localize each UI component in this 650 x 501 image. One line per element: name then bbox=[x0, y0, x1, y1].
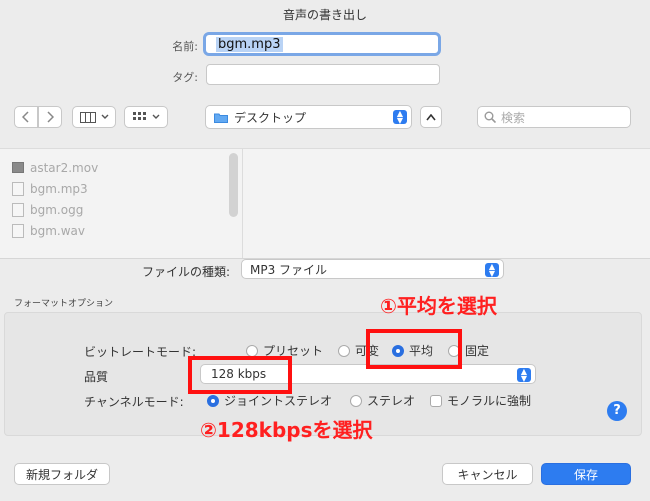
annotation-step2: ②128kbpsを選択 bbox=[200, 418, 373, 442]
checkbox[interactable] bbox=[430, 394, 442, 407]
radio-button[interactable] bbox=[246, 344, 258, 357]
file-item[interactable]: bgm.ogg bbox=[12, 199, 98, 220]
movie-file-icon bbox=[12, 162, 24, 173]
new-folder-button[interactable]: 新規フォルダ bbox=[14, 463, 110, 485]
popup-stepper-icon: ▲ ▼ bbox=[393, 110, 407, 125]
channel-mode-label: チャンネルモード: bbox=[84, 395, 184, 409]
name-input[interactable]: bgm.mp3 bbox=[203, 32, 441, 56]
folder-icon bbox=[214, 113, 228, 123]
audio-file-icon bbox=[12, 223, 24, 238]
radio-stereo[interactable]: ステレオ bbox=[350, 392, 415, 409]
popup-stepper-icon: ▲ ▼ bbox=[485, 263, 499, 278]
file-item[interactable]: bgm.wav bbox=[12, 220, 98, 241]
column-divider bbox=[242, 149, 243, 259]
format-value: MP3 ファイル bbox=[250, 262, 328, 277]
radio-button[interactable] bbox=[350, 394, 362, 407]
radio-button-selected[interactable] bbox=[207, 394, 219, 407]
annotation-box-quality bbox=[188, 356, 292, 394]
forward-button[interactable] bbox=[38, 106, 62, 128]
back-button[interactable] bbox=[14, 106, 38, 128]
collapse-button[interactable] bbox=[420, 106, 442, 128]
chevron-up-icon bbox=[426, 113, 436, 120]
file-list: astar2.mov bgm.mp3 bgm.ogg bgm.wav bbox=[12, 157, 98, 241]
grid-view-icon bbox=[132, 111, 146, 120]
format-popup[interactable]: MP3 ファイル ▲ ▼ bbox=[241, 259, 504, 279]
file-list-scrollbar[interactable] bbox=[229, 153, 238, 217]
chevron-right-icon bbox=[47, 111, 54, 123]
audio-file-icon bbox=[12, 181, 24, 196]
popup-stepper-icon: ▲ ▼ bbox=[517, 368, 531, 383]
format-label: ファイルの種類: bbox=[141, 265, 230, 279]
format-options-heading: フォーマットオプション bbox=[14, 299, 114, 309]
cancel-button[interactable]: キャンセル bbox=[442, 463, 533, 485]
save-button[interactable]: 保存 bbox=[541, 463, 631, 485]
chevron-down-icon bbox=[152, 114, 159, 119]
audio-file-icon bbox=[12, 202, 24, 217]
tags-input[interactable] bbox=[206, 64, 440, 85]
chevron-left-icon bbox=[22, 111, 29, 123]
search-placeholder: 検索 bbox=[501, 110, 526, 125]
view-grid-button[interactable] bbox=[124, 106, 168, 128]
tags-label: タグ: bbox=[172, 71, 198, 84]
radio-button[interactable] bbox=[338, 344, 350, 357]
annotation-step1: ①平均を選択 bbox=[380, 294, 497, 318]
columns-view-icon bbox=[79, 111, 96, 123]
location-popup[interactable]: デスクトップ ▲ ▼ bbox=[205, 105, 412, 129]
name-label: 名前: bbox=[172, 40, 198, 53]
radio-joint-stereo[interactable]: ジョイントステレオ bbox=[207, 392, 332, 409]
file-browser: astar2.mov bgm.mp3 bgm.ogg bgm.wav bbox=[0, 148, 650, 259]
bitrate-mode-label: ビットレートモード: bbox=[84, 345, 197, 359]
search-icon bbox=[484, 111, 496, 123]
dialog-title: 音声の書き出し bbox=[282, 8, 367, 22]
annotation-box-average bbox=[366, 329, 462, 369]
view-columns-button[interactable] bbox=[72, 106, 116, 128]
name-input-value: bgm.mp3 bbox=[216, 36, 283, 52]
file-item[interactable]: astar2.mov bbox=[12, 157, 98, 178]
help-icon[interactable]: ? bbox=[607, 401, 627, 421]
search-field[interactable]: 検索 bbox=[477, 106, 631, 128]
file-item[interactable]: bgm.mp3 bbox=[12, 178, 98, 199]
chevron-down-icon bbox=[101, 114, 108, 119]
quality-label: 品質 bbox=[84, 370, 109, 384]
location-label: デスクトップ bbox=[234, 110, 307, 125]
mono-checkbox[interactable]: モノラルに強制 bbox=[430, 392, 531, 409]
